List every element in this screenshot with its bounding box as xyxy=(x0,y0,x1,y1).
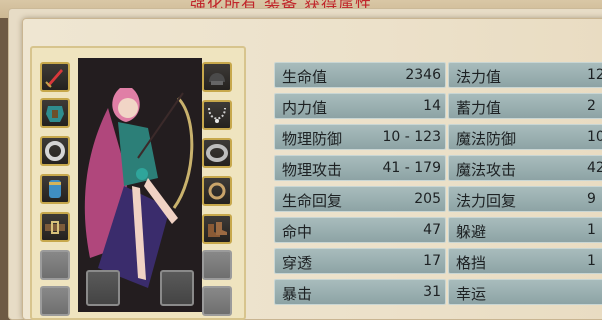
bracer-icon xyxy=(49,180,61,198)
stat-row-phys-def: 物理防御 10 - 123 xyxy=(274,124,446,150)
stat-label: 穿透 xyxy=(282,254,313,272)
stat-row-dodge: 躲避 1 xyxy=(448,217,602,243)
bracelet-icon xyxy=(206,144,228,162)
bracelet-slot[interactable] xyxy=(202,138,232,168)
stat-label: 法力回复 xyxy=(456,192,517,210)
stat-value: 41 - 179 xyxy=(382,160,442,176)
stat-label: 暴击 xyxy=(282,285,313,303)
stat-value: 1 xyxy=(587,222,596,238)
bracer-slot[interactable] xyxy=(40,174,70,204)
stat-value: 42 - 6 xyxy=(587,160,602,176)
armor-slot[interactable] xyxy=(40,98,70,128)
necklace-slot[interactable] xyxy=(202,100,232,130)
stat-row-mp-regen: 法力回复 9 xyxy=(448,186,602,212)
stat-label: 法力值 xyxy=(456,68,502,86)
ring-slot-right[interactable] xyxy=(202,176,232,206)
stat-label: 格挡 xyxy=(456,254,487,272)
stat-row-phys-atk: 物理攻击 41 - 179 xyxy=(274,155,446,181)
stat-label: 生命回复 xyxy=(282,192,343,210)
empty-slot[interactable] xyxy=(202,250,232,280)
stat-label: 物理攻击 xyxy=(282,161,343,179)
stat-label: 命中 xyxy=(282,223,313,241)
stats-panel: 生命值 2346 法力值 12 内力值 14 蓄力值 2 物理防御 10 - 1… xyxy=(270,58,602,312)
empty-slot[interactable] xyxy=(86,270,120,306)
stat-row-mag-def: 魔法防御 10 - 8 xyxy=(448,124,602,150)
stat-value: 12 xyxy=(587,67,602,83)
helmet-icon xyxy=(209,73,225,85)
boots-icon xyxy=(208,222,227,237)
stat-value: 1 xyxy=(587,253,596,269)
stat-label: 躲避 xyxy=(456,223,487,241)
stat-value: 47 xyxy=(423,222,441,238)
sword-icon xyxy=(45,69,63,88)
stat-value: 10 - 8 xyxy=(587,129,602,145)
stat-row-hit: 命中 47 xyxy=(274,217,446,243)
necklace-icon xyxy=(208,107,226,123)
stat-label: 蓄力值 xyxy=(456,99,502,117)
belt-icon xyxy=(45,221,65,234)
stat-row-crit: 暴击 31 xyxy=(274,279,446,305)
stat-row-mag-atk: 魔法攻击 42 - 6 xyxy=(448,155,602,181)
stat-value: 14 xyxy=(423,98,441,114)
stat-label: 生命值 xyxy=(282,68,328,86)
stat-label: 魔法攻击 xyxy=(456,161,517,179)
stat-value: 31 xyxy=(423,284,441,300)
stat-label: 物理防御 xyxy=(282,130,343,148)
stat-value: 205 xyxy=(414,191,441,207)
stat-row-mp: 法力值 12 xyxy=(448,62,602,88)
stat-row-luck: 幸运 xyxy=(448,279,602,305)
stat-label: 幸运 xyxy=(456,285,487,303)
stat-value: 10 - 123 xyxy=(382,129,442,145)
stat-value: 17 xyxy=(423,253,441,269)
stat-label: 魔法防御 xyxy=(456,130,517,148)
helmet-slot[interactable] xyxy=(202,62,232,92)
ring-icon xyxy=(208,182,226,200)
empty-slot[interactable] xyxy=(40,250,70,280)
boots-slot[interactable] xyxy=(202,214,232,244)
stat-row-hp-regen: 生命回复 205 xyxy=(274,186,446,212)
ring-icon xyxy=(45,141,65,161)
stat-value: 2346 xyxy=(405,67,441,83)
belt-slot[interactable] xyxy=(40,212,70,242)
stat-value: 9 xyxy=(587,191,596,207)
stat-row-penetration: 穿透 17 xyxy=(274,248,446,274)
weapon-slot[interactable] xyxy=(40,62,70,92)
ring-slot-left[interactable] xyxy=(40,136,70,166)
stat-row-hp: 生命值 2346 xyxy=(274,62,446,88)
empty-slot[interactable] xyxy=(160,270,194,306)
armor-icon xyxy=(46,106,64,122)
stat-row-block: 格挡 1 xyxy=(448,248,602,274)
stat-label: 内力值 xyxy=(282,99,328,117)
stat-value: 2 xyxy=(587,98,596,114)
stat-row-inner-power: 内力值 14 xyxy=(274,93,446,119)
stat-row-charge: 蓄力值 2 xyxy=(448,93,602,119)
